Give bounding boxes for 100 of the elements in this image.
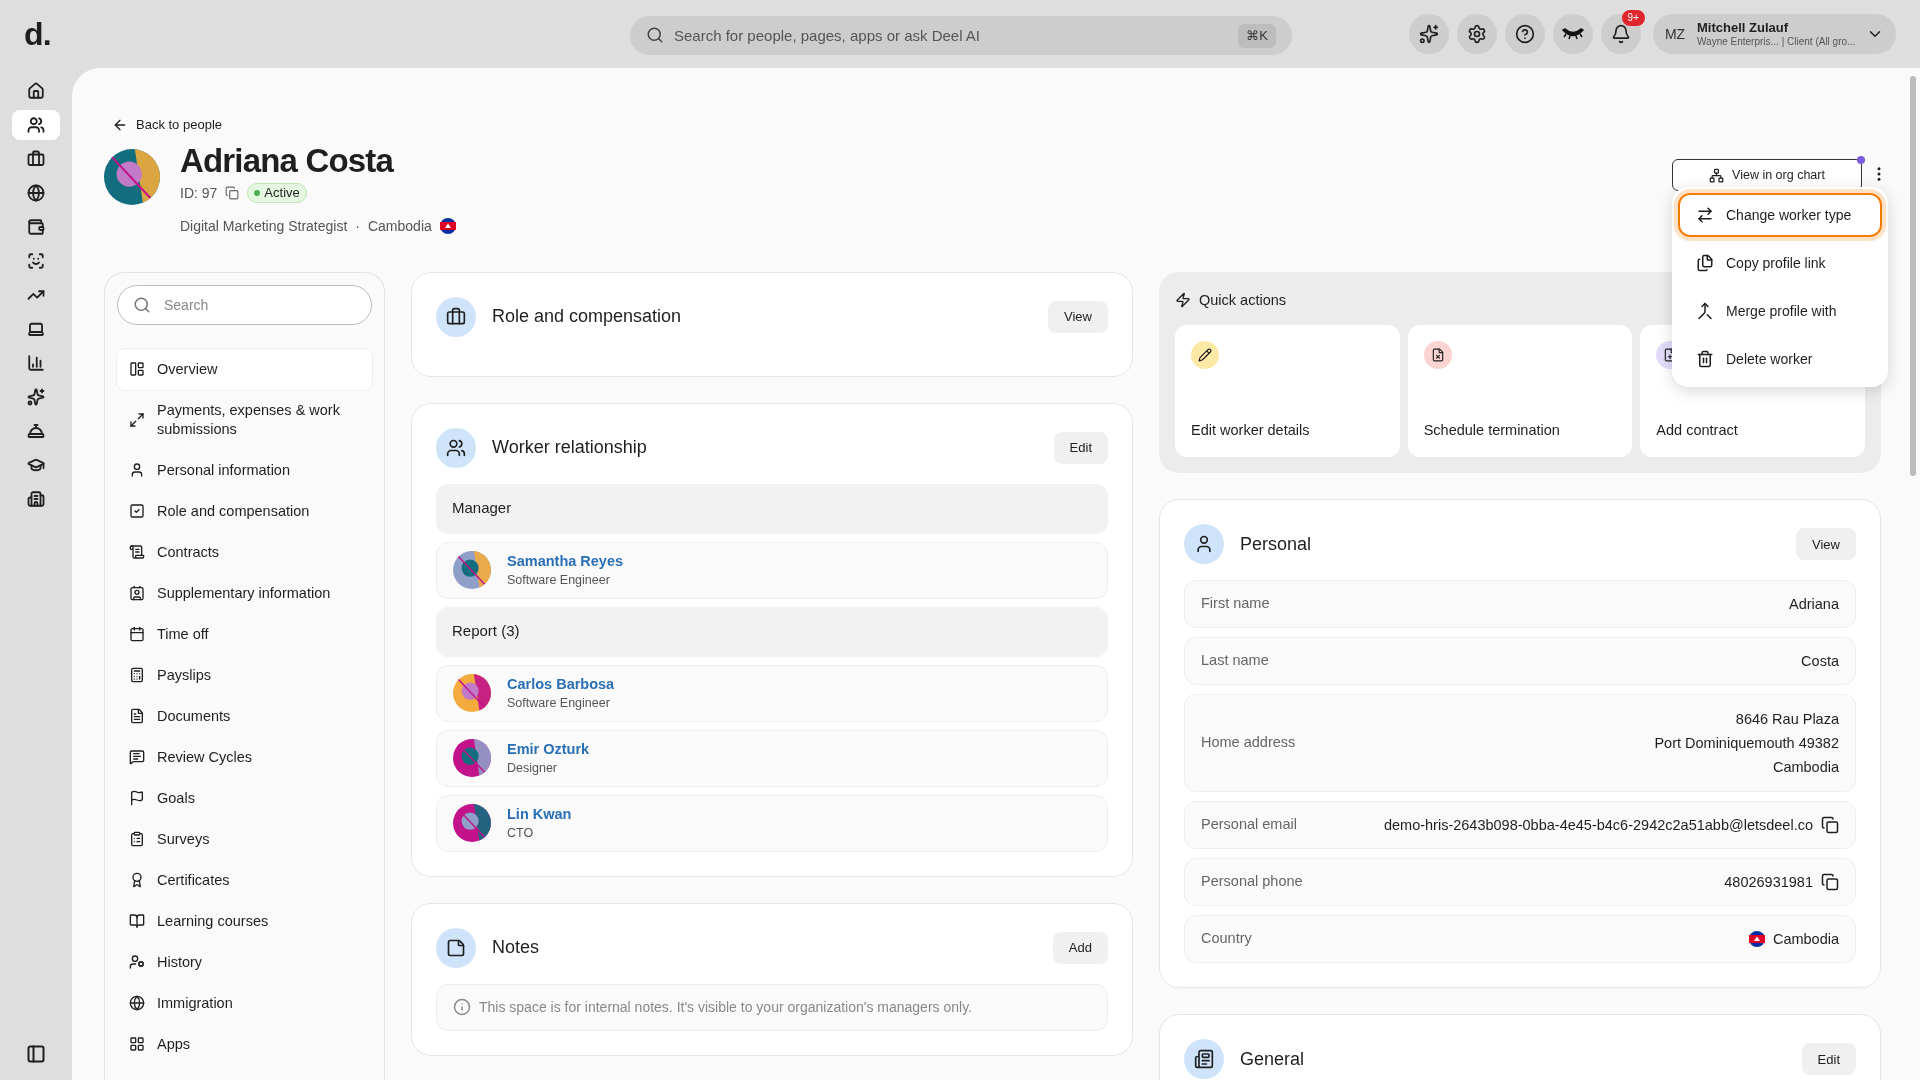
user-initials: MZ [1663,24,1687,44]
sidebar-toggle-icon[interactable] [26,1044,46,1064]
settings-button[interactable] [1457,14,1497,54]
card-title: Role and compensation [492,305,682,328]
nav-search-field[interactable]: Search [117,284,372,325]
nav-item[interactable]: Supplementary information [117,572,372,614]
nav-item[interactable]: Immigration [117,982,372,1024]
layout-icon [129,361,145,377]
shortcut-hint: ⌘K [1238,24,1276,48]
search-icon [133,295,151,314]
person-name-link[interactable]: Emir Ozturk [507,739,590,758]
nav-item[interactable]: Review Cycles [117,736,372,778]
card-title: Worker relationship [492,436,647,459]
card-action-button[interactable]: Edit [1053,431,1108,464]
laptop-icon [27,320,45,338]
document-icon [129,708,145,724]
award-icon [129,872,145,888]
document-icon [1430,348,1445,363]
sparkles-icon [27,388,45,406]
expand-icon [129,411,145,428]
logo[interactable]: d. [24,10,124,58]
card-action-button[interactable]: View [1796,528,1856,561]
nav-item[interactable]: Goals [117,777,372,819]
field-label: Country [1201,929,1252,949]
field-value: demo-hris-2643b098-0bba-4e45-b4c6-2942c2a51abb@letsdeel.co [1383,816,1813,836]
avatar [453,804,491,842]
field-value: Cambodia [1772,930,1839,950]
graduation-cap-icon [27,456,45,474]
grid-icon [129,1036,145,1052]
nav-item[interactable]: Certificates [117,859,372,901]
card-title: General [1240,1047,1305,1071]
flag-icon [1748,931,1765,948]
user-name: Mitchell Zulauf [1697,19,1788,36]
note-icon [446,937,466,958]
copy-icon[interactable] [1821,873,1839,892]
nav-item[interactable]: Personal information [117,449,372,491]
field-label: First name [1201,594,1270,614]
person-name-link[interactable]: Carlos Barbosa [507,674,615,693]
country-name: Cambodia [367,216,432,236]
nav-item[interactable]: Apps [117,1023,372,1065]
field-value: 8646 Rau Plaza [1735,710,1839,730]
wallet-icon [27,218,45,236]
scroll-icon [129,544,145,560]
field-value: 48026931981 [1724,873,1813,893]
field-value: Cambodia [1772,758,1839,778]
arrows-icon [1696,206,1714,224]
globe-icon [129,995,145,1011]
separator-dot: · [355,216,360,236]
bell-dome-icon [27,422,45,440]
user-menu-button[interactable]: MZ Mitchell Zulauf Wayne Enterpris... | Client (All gro... [1653,14,1896,54]
nav-item[interactable]: Role and compensation [117,490,372,532]
briefcase-icon [446,306,466,327]
person-role: Designer [507,760,559,777]
card-title: Personal [1240,532,1312,556]
nav-item[interactable]: Overview [117,348,372,390]
nav-item[interactable]: Time off [117,613,372,655]
nav-item[interactable]: History [117,941,372,983]
help-button[interactable] [1505,14,1545,54]
flag-icon [439,218,456,234]
help-icon [1515,24,1535,44]
rail-item[interactable] [12,110,60,140]
card-action-button[interactable]: Add [1052,931,1108,964]
eye-closed-button[interactable] [1553,14,1593,54]
user-gear-icon [129,954,145,970]
user-icon [1194,534,1214,555]
card-action-button[interactable]: Edit [1801,1043,1856,1076]
field-value: Adriana [1789,595,1839,615]
merge-icon [1696,302,1714,320]
bell-icon [1611,24,1631,44]
info-icon [453,998,471,1016]
avatar [453,551,491,589]
person-name-link[interactable]: Samantha Reyes [507,551,624,570]
user-icon [129,462,145,478]
avatar [453,739,491,777]
back-link[interactable]: Back to people [112,115,456,135]
card-action-button[interactable]: View [1048,300,1108,333]
id-card-icon [129,585,145,601]
sparkles-button[interactable] [1409,14,1449,54]
scrollbar[interactable] [1910,76,1916,476]
group-heading: Manager [436,483,1108,534]
nav-item[interactable]: Surveys [117,818,372,860]
nav-item[interactable]: Learning courses [117,900,372,942]
person-role: Software Engineer [507,572,611,589]
nav-item[interactable]: Documents [117,695,372,737]
profile-name: Adriana Costa [180,140,395,181]
quick-actions-title: Quick actions [1199,290,1287,310]
face-scan-icon [27,252,45,270]
quick-action-card[interactable]: Schedule termination [1407,325,1633,458]
copy-icon[interactable] [1821,816,1839,835]
nav-item[interactable]: Contracts [117,531,372,573]
job-title: Digital Marketing Strategist [180,216,348,236]
quick-action-card[interactable]: Edit worker details [1175,325,1400,458]
nav-item[interactable]: Payslips [117,654,372,696]
notes-info-text: This space is for internal notes. It's visible to your organization's managers only. [479,997,972,1017]
message-icon [129,749,145,765]
calculator-icon [129,667,145,683]
menu-item[interactable]: Copy profile link [1678,241,1882,285]
nav-item[interactable]: Payments, expenses & work submissions [117,389,372,450]
notification-badge: 9+ [1621,10,1645,26]
person-name-link[interactable]: Lin Kwan [507,804,572,823]
